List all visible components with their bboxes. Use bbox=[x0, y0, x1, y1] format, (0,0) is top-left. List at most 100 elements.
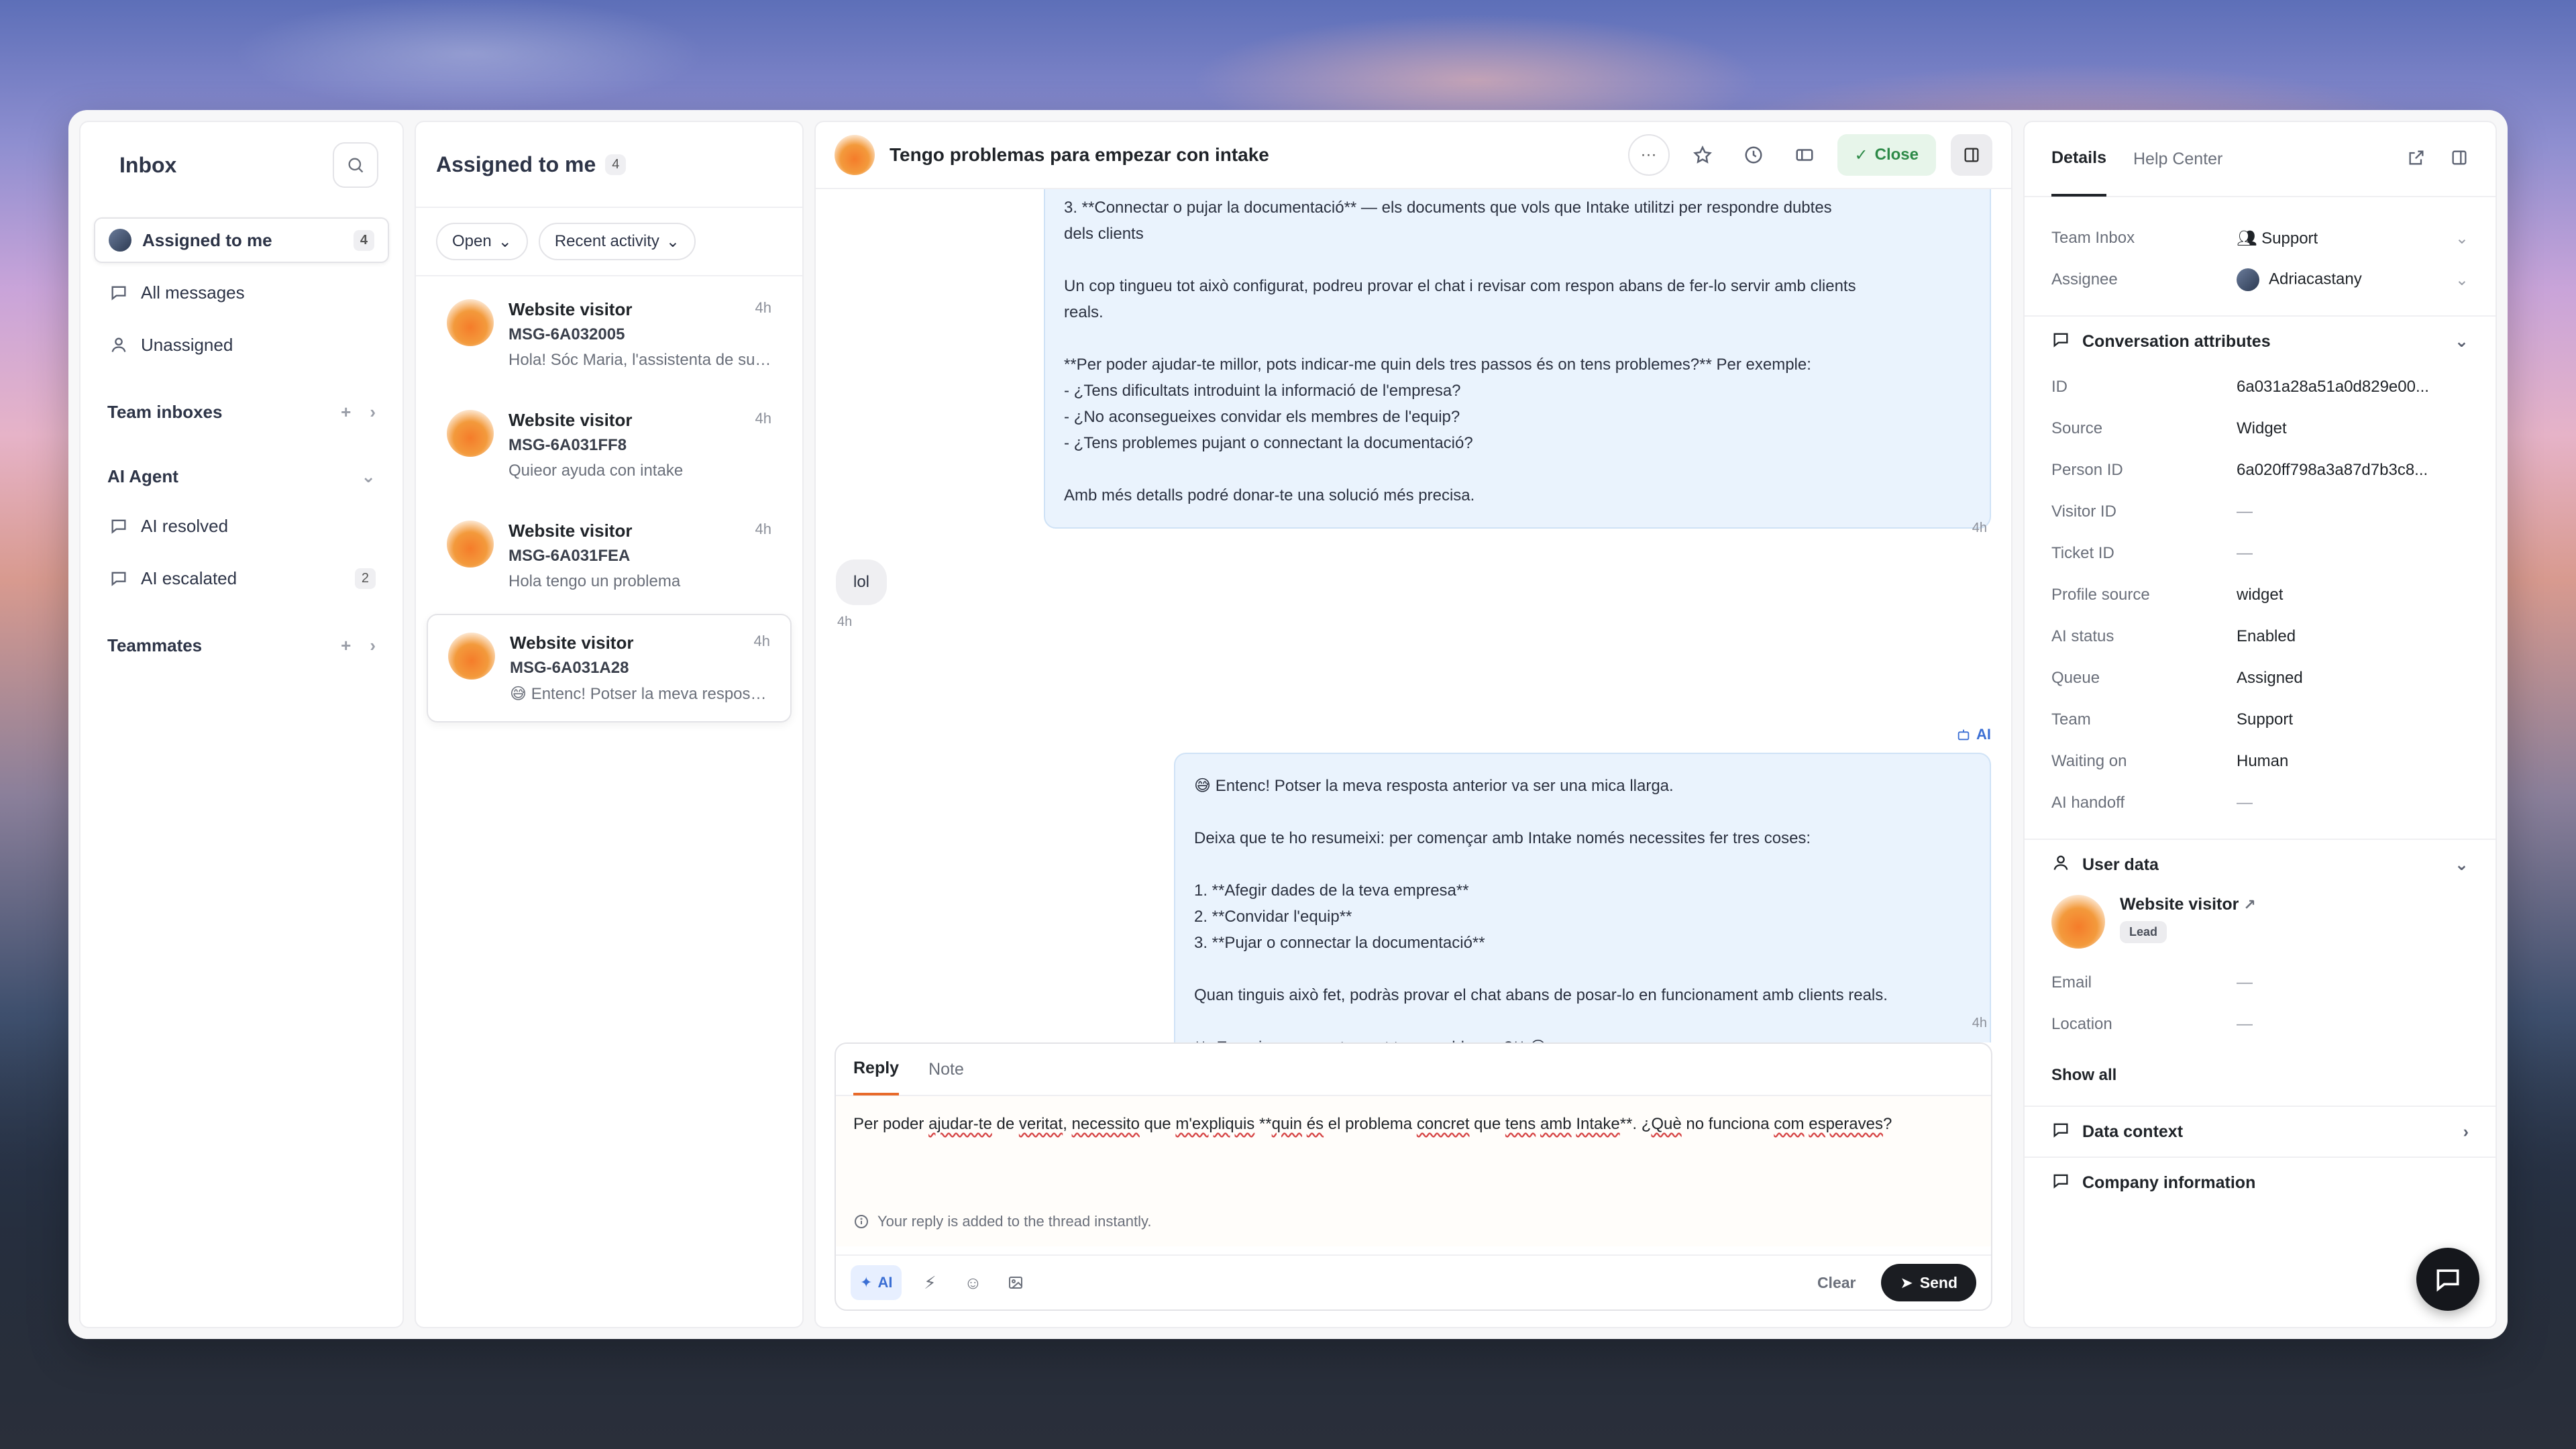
user-message: lol bbox=[836, 559, 888, 605]
user-card: Website visitor ↗ Lead bbox=[2025, 890, 2496, 962]
chevron-down-icon: ⌄ bbox=[2455, 229, 2469, 248]
user-name[interactable]: Website visitor bbox=[2120, 895, 2239, 914]
avatar bbox=[109, 229, 131, 252]
send-label: Send bbox=[1919, 1273, 1957, 1291]
status-filter-dropdown[interactable]: Open ⌄ bbox=[436, 223, 528, 260]
sidebar-section-ai-agent[interactable]: AI Agent ⌄ bbox=[94, 456, 389, 496]
company-information-section[interactable]: Company information bbox=[2025, 1157, 2496, 1208]
conversation-time: 4h bbox=[755, 299, 771, 316]
list-title: Assigned to me bbox=[436, 152, 596, 176]
image-icon[interactable] bbox=[1001, 1268, 1030, 1297]
reply-composer: Reply Note Per poder ajudar-te de verita… bbox=[835, 1042, 1992, 1311]
conversation-item[interactable]: Website visitor 4h MSG-6A031FEA Hola teng… bbox=[427, 503, 792, 608]
send-button[interactable]: ➤ Send bbox=[1881, 1264, 1976, 1301]
section-label: Team inboxes bbox=[107, 401, 223, 422]
conversation-name: Website visitor bbox=[508, 410, 633, 430]
attr-value: Assigned bbox=[2237, 669, 2303, 687]
tab-reply[interactable]: Reply bbox=[853, 1043, 900, 1095]
conversation-id: MSG-6A031FEA bbox=[508, 547, 631, 565]
snooze-button[interactable] bbox=[1735, 137, 1772, 173]
attr-label: AI handoff bbox=[2051, 794, 2125, 812]
chat-icon bbox=[107, 281, 130, 304]
field-label: Assignee bbox=[2051, 270, 2118, 288]
attr-label: Person ID bbox=[2051, 461, 2123, 479]
sidebar-item-label: All messages bbox=[141, 282, 245, 303]
chevron-down-icon: ⌄ bbox=[665, 232, 680, 251]
star-button[interactable] bbox=[1684, 137, 1721, 173]
chat-icon bbox=[2051, 1171, 2070, 1195]
sidebar-item-ai-resolved[interactable]: AI resolved bbox=[94, 503, 389, 549]
sidebar-item-assigned-to-me[interactable]: Assigned to me 4 bbox=[94, 217, 389, 263]
sidebar-item-unassigned[interactable]: Unassigned bbox=[94, 322, 389, 368]
sidebar-section-team-inboxes[interactable]: Team inboxes + › bbox=[94, 392, 389, 432]
external-link-icon[interactable] bbox=[2407, 148, 2426, 170]
conversation-list: Assigned to me 4 Open ⌄ Recent activity … bbox=[415, 121, 804, 1328]
close-conversation-button[interactable]: ✓ Close bbox=[1837, 134, 1936, 176]
section-title: Data context bbox=[2082, 1122, 2184, 1141]
chevron-down-icon: ⌄ bbox=[2455, 270, 2469, 289]
section-title: User data bbox=[2082, 855, 2159, 874]
chevron-down-icon: ⌄ bbox=[361, 466, 376, 486]
clock-icon bbox=[1745, 146, 1762, 164]
details-panel: Details Help Center Team Inbox 👥︎ Suppor… bbox=[2023, 121, 2497, 1328]
sidebar-item-label: AI escalated bbox=[141, 568, 237, 588]
chat-launcher-button[interactable] bbox=[2416, 1248, 2479, 1311]
message-thread[interactable]: 3. **Connectar o pujar la documentació**… bbox=[816, 189, 2011, 1042]
attr-label: ID bbox=[2051, 378, 2068, 396]
ai-assist-button[interactable]: ✦ AI bbox=[851, 1265, 902, 1300]
team-inbox-value: 👥︎ Support bbox=[2237, 229, 2318, 248]
search-button[interactable] bbox=[333, 142, 378, 188]
user-data-section[interactable]: User data ⌄ bbox=[2025, 839, 2496, 890]
filter-bar: Open ⌄ Recent activity ⌄ bbox=[416, 208, 802, 276]
composer-hint: Your reply is added to the thread instan… bbox=[836, 1197, 1991, 1246]
sidebar-section-teammates[interactable]: Teammates + › bbox=[94, 625, 389, 665]
conversation-item-selected[interactable]: Website visitor 4h MSG-6A031A28 😅 Entenc!… bbox=[427, 614, 792, 722]
user-icon bbox=[107, 333, 130, 356]
plus-icon[interactable]: + bbox=[341, 635, 351, 656]
hint-text: Your reply is added to the thread instan… bbox=[877, 1213, 1152, 1230]
field-label: Email bbox=[2051, 973, 2092, 991]
reply-input[interactable]: Per poder ajudar-te de veritat, necessit… bbox=[836, 1096, 1991, 1197]
lightning-icon[interactable]: ⚡ bbox=[915, 1268, 945, 1297]
clear-button[interactable]: Clear bbox=[1805, 1274, 1868, 1292]
tab-details[interactable]: Details bbox=[2051, 121, 2106, 197]
external-link-icon[interactable]: ↗ bbox=[2243, 896, 2255, 913]
section-label: Teammates bbox=[107, 635, 203, 655]
sort-dropdown[interactable]: Recent activity ⌄ bbox=[538, 223, 696, 260]
attr-value: Human bbox=[2237, 752, 2289, 770]
chevron-down-icon: ⌄ bbox=[2455, 855, 2469, 874]
chat-icon bbox=[107, 515, 130, 537]
tab-note[interactable]: Note bbox=[928, 1043, 964, 1095]
ai-author-tag: AI bbox=[1956, 726, 1991, 743]
sidebar-item-ai-escalated[interactable]: AI escalated 2 bbox=[94, 555, 389, 601]
users-icon: 👥︎ bbox=[2237, 229, 2262, 248]
robot-icon bbox=[1957, 729, 1970, 741]
ai-message: 3. **Connectar o pujar la documentació**… bbox=[1044, 189, 1991, 529]
ticket-icon bbox=[1796, 149, 1813, 161]
data-context-section[interactable]: Data context › bbox=[2025, 1106, 2496, 1157]
emoji-icon[interactable]: ☺ bbox=[958, 1268, 987, 1297]
close-label: Close bbox=[1874, 146, 1919, 164]
toggle-sidebar-button[interactable] bbox=[1951, 134, 1992, 176]
message-time: 4h bbox=[1972, 1016, 1987, 1030]
ticket-button[interactable] bbox=[1786, 137, 1823, 173]
attr-value: Enabled bbox=[2237, 627, 2296, 645]
section-title: Conversation attributes bbox=[2082, 331, 2271, 351]
conversation-item[interactable]: Website visitor 4h MSG-6A031FF8 Quieor ay… bbox=[427, 392, 792, 498]
conversation-item[interactable]: Website visitor 4h MSG-6A032005 Hola! Sóc… bbox=[427, 282, 792, 387]
message-time: 4h bbox=[837, 614, 853, 629]
conversation-attributes-section[interactable]: Conversation attributes ⌄ bbox=[2025, 315, 2496, 366]
sidebar-item-all-messages[interactable]: All messages bbox=[94, 270, 389, 315]
sidebar-item-label: Assigned to me bbox=[142, 229, 272, 250]
assignee-row[interactable]: Assignee Adriacastany ⌄ bbox=[2025, 259, 2496, 301]
plus-icon[interactable]: + bbox=[341, 402, 351, 423]
tab-help-center[interactable]: Help Center bbox=[2133, 121, 2222, 197]
team-inbox-row[interactable]: Team Inbox 👥︎ Support ⌄ bbox=[2025, 217, 2496, 259]
attr-label: Source bbox=[2051, 419, 2103, 437]
sidebar-toggle-icon[interactable] bbox=[2450, 148, 2469, 170]
filter-label: Open bbox=[452, 232, 492, 250]
more-options-button[interactable]: ··· bbox=[1627, 134, 1670, 176]
chevron-right-icon: › bbox=[2463, 1122, 2469, 1141]
show-all-link[interactable]: Show all bbox=[2025, 1045, 2496, 1106]
sidebar-header: Inbox bbox=[94, 141, 389, 189]
